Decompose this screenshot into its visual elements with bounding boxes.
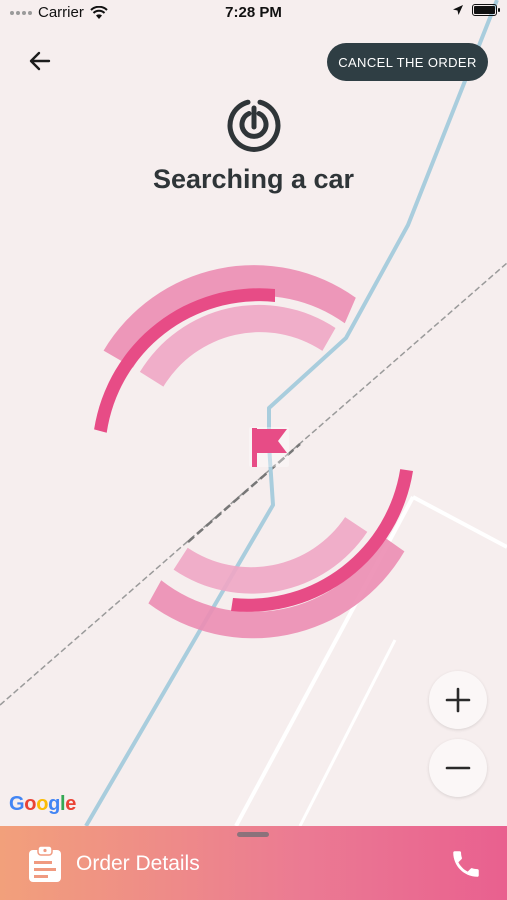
- order-details-label: Order Details: [76, 852, 200, 875]
- order-details-button[interactable]: Order Details: [28, 845, 200, 883]
- back-button[interactable]: [22, 43, 58, 79]
- bottom-sheet[interactable]: Order Details: [0, 826, 507, 900]
- flag-icon: [249, 427, 289, 467]
- page-title: Searching a car: [152, 164, 355, 194]
- google-logo: Google: [9, 793, 77, 815]
- status-bar-left: Carrier: [10, 4, 108, 21]
- signal-icon: [10, 10, 32, 15]
- phone-icon: [453, 851, 479, 877]
- battery-icon: [472, 4, 500, 16]
- zoom-in-button[interactable]: [429, 671, 487, 729]
- plus-icon: [445, 687, 471, 713]
- location-arrow-icon: [453, 5, 463, 15]
- status-bar: Carrier 7:28 PM: [0, 0, 507, 26]
- arrow-left-icon: [29, 51, 51, 71]
- carrier-name: Carrier: [38, 4, 84, 21]
- status-bar-right: [452, 4, 500, 16]
- cancel-order-button[interactable]: CANCEL THE ORDER: [327, 43, 488, 81]
- call-button[interactable]: [446, 844, 486, 884]
- minus-icon: [445, 766, 471, 770]
- drag-handle[interactable]: [237, 832, 269, 837]
- wifi-icon: [90, 5, 108, 19]
- radar-icon: [227, 99, 281, 152]
- zoom-out-button[interactable]: [429, 739, 487, 797]
- clipboard-icon: [29, 845, 61, 882]
